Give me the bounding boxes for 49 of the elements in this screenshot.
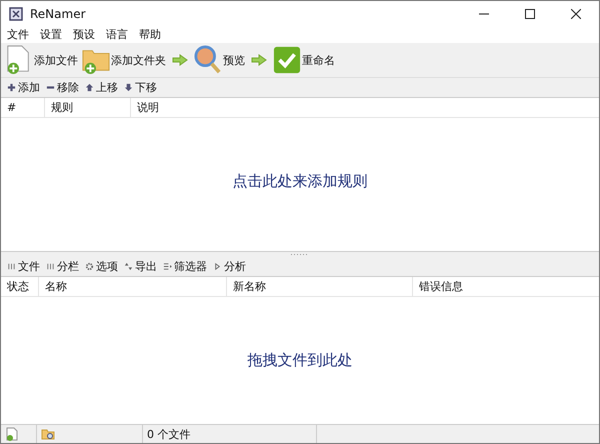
toolbar-button[interactable]: 文件: [4, 259, 43, 274]
toolbar-button[interactable]: 选项: [82, 259, 121, 274]
down-arrow-icon: [124, 83, 133, 92]
gear-icon: [85, 262, 94, 271]
toolbar-button[interactable]: 分栏: [43, 259, 82, 274]
menu-item[interactable]: 设置: [38, 27, 68, 42]
columns-icon: [7, 262, 16, 271]
toolbar-button[interactable]: 上移: [82, 80, 121, 95]
toolbar-button[interactable]: 导出: [121, 259, 160, 274]
filter-icon: [163, 262, 172, 271]
menu-item[interactable]: 帮助: [137, 27, 167, 42]
maximize-icon[interactable]: [525, 8, 535, 18]
column-header[interactable]: 错误信息: [413, 277, 599, 296]
folder-search-icon[interactable]: [41, 427, 55, 441]
arrow-icon: [172, 54, 188, 66]
toolbar-button[interactable]: 筛选器: [160, 259, 210, 274]
menu-item[interactable]: 语言: [104, 27, 134, 42]
file-count: 0 个文件: [147, 426, 190, 442]
columns-icon: [46, 262, 55, 271]
toolbar-button[interactable]: 添加: [4, 80, 43, 95]
column-header[interactable]: #: [1, 98, 45, 117]
add-rules-hint[interactable]: 点击此处来添加规则: [232, 172, 368, 191]
up-down-icon: [124, 262, 133, 271]
toolbar-button[interactable]: 添加文件: [3, 45, 80, 75]
column-header[interactable]: 新名称: [227, 277, 413, 296]
column-header[interactable]: 规则: [45, 98, 131, 117]
toolbar-button[interactable]: 分析: [210, 259, 249, 274]
close-icon[interactable]: [571, 8, 581, 18]
arrow-icon: [251, 54, 267, 66]
app-icon: [8, 6, 24, 22]
file-add-icon[interactable]: [5, 427, 19, 441]
play-icon: [213, 262, 222, 271]
column-header[interactable]: 说明: [131, 98, 599, 117]
up-arrow-icon: [85, 83, 94, 92]
splitter-grip[interactable]: [290, 253, 310, 256]
toolbar-button[interactable]: 下移: [121, 80, 160, 95]
window-title: ReNamer: [30, 6, 86, 20]
menu-item[interactable]: 预设: [71, 27, 101, 42]
column-header[interactable]: 名称: [39, 277, 227, 296]
column-header[interactable]: 状态: [1, 277, 39, 296]
drop-files-hint: 拖拽文件到此处: [248, 351, 352, 370]
toolbar-button[interactable]: 重命名: [271, 45, 337, 75]
plus-icon: [7, 83, 16, 92]
menu-item[interactable]: 文件: [5, 27, 35, 42]
magnifier-icon: [194, 45, 222, 75]
toolbar-button[interactable]: 预览: [192, 45, 247, 75]
toolbar-button[interactable]: 移除: [43, 80, 82, 95]
checkmark-icon: [273, 45, 301, 75]
toolbar-button[interactable]: 添加文件夹: [80, 45, 168, 75]
